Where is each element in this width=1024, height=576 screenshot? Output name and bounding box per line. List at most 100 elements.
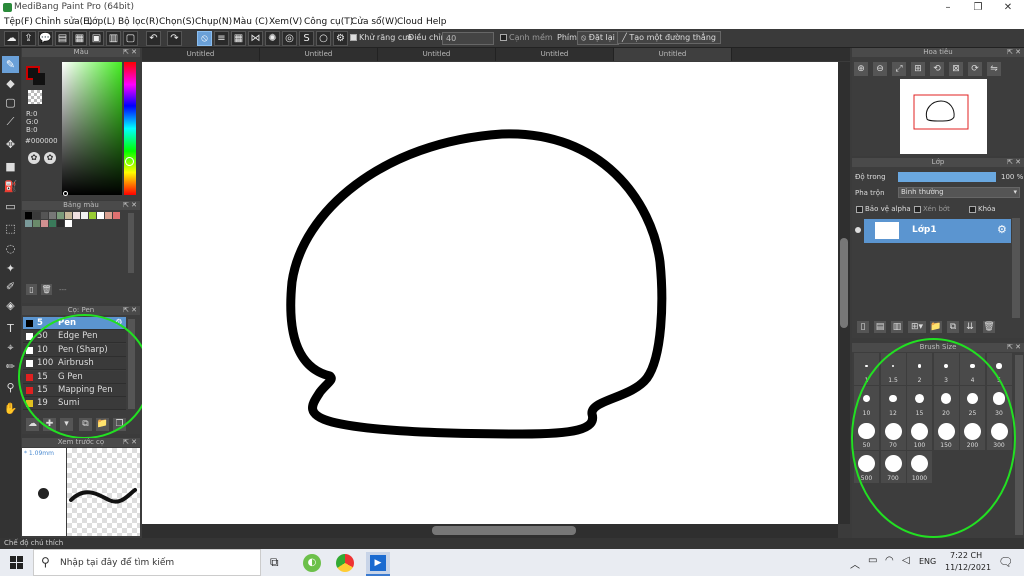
gear-icon[interactable]: ⚙ (997, 223, 1007, 236)
navigator-thumbnail[interactable] (900, 79, 987, 154)
palette-swatch[interactable] (49, 212, 56, 219)
edge-check[interactable] (500, 34, 507, 41)
saturation-value-picker[interactable] (62, 62, 122, 195)
close-button[interactable]: ✕ (993, 0, 1023, 15)
layers-icon[interactable]: ▥ (106, 31, 121, 46)
text-tool-icon[interactable]: T (2, 320, 19, 337)
antialias-check[interactable] (350, 34, 357, 41)
palette-icon[interactable]: ✿ (28, 152, 40, 164)
menu-edit[interactable]: Chỉnh sửa(E) (35, 15, 92, 29)
panel-close-icon[interactable]: ⇱ ✕ (123, 438, 137, 447)
snap-grid-icon[interactable]: ▦ (231, 31, 246, 46)
panel-close-icon[interactable]: ⇱ ✕ (123, 306, 137, 315)
protect-alpha-check[interactable] (856, 205, 863, 213)
menu-tools[interactable]: Công cụ(T) (304, 15, 353, 29)
brush-tool-icon[interactable]: ✎ (2, 56, 19, 73)
palette-swatch[interactable] (25, 212, 32, 219)
picker-cursor[interactable] (63, 191, 68, 196)
panel-close-icon[interactable]: ⇱ ✕ (1007, 158, 1021, 167)
palette-swatch[interactable] (97, 212, 104, 219)
palette-swatch[interactable] (33, 220, 40, 227)
menu-file[interactable]: Tệp(F) (4, 15, 33, 29)
minimize-button[interactable]: – (933, 0, 963, 15)
new-1bit-layer-icon[interactable]: ▥ (891, 321, 903, 333)
snap-ring-icon[interactable]: ○ (316, 31, 331, 46)
upload-icon[interactable]: ⇪ (21, 31, 36, 46)
edge-checkbox[interactable]: Cạnh mềm (500, 33, 553, 42)
snap-parallel-icon[interactable]: ≡ (214, 31, 229, 46)
opacity-slider[interactable] (898, 172, 996, 182)
menu-cloud[interactable]: Cloud (397, 15, 423, 29)
zoom-out-icon[interactable]: ⊖ (873, 62, 887, 76)
chevron-up-icon[interactable]: ︿ (850, 556, 860, 571)
horizontal-scroll-thumb[interactable] (432, 526, 576, 535)
page-icon[interactable]: ▣ (89, 31, 104, 46)
panel-icon[interactable]: ▤ (55, 31, 70, 46)
snap-curve-icon[interactable]: S (299, 31, 314, 46)
redo-icon[interactable]: ↷ (167, 31, 182, 46)
clock-time[interactable]: 7:22 CH (950, 551, 982, 560)
language-indicator[interactable]: ENG (919, 557, 936, 566)
layer-row[interactable]: Lớp1 ⚙ (864, 219, 1011, 243)
task-view-icon[interactable]: ⧉ (270, 555, 279, 570)
medibang-taskbar-icon[interactable]: ◐ (303, 554, 321, 572)
vertical-scroll-thumb[interactable] (840, 238, 848, 328)
palette-swatch[interactable] (57, 220, 64, 227)
duplicate-layer-icon[interactable]: ⧉ (947, 321, 959, 333)
clipping-check[interactable] (914, 205, 921, 213)
palette-swatch[interactable] (41, 212, 48, 219)
hue-slider[interactable] (124, 62, 136, 195)
operation-tool-icon[interactable]: ⌖ (2, 339, 19, 356)
layer-visibility[interactable] (854, 219, 862, 243)
palette-swatch[interactable] (33, 212, 40, 219)
panel-close-icon[interactable]: ⇱ ✕ (123, 48, 137, 57)
fit-icon[interactable]: ⤢ (892, 62, 906, 76)
merge-layer-icon[interactable]: ⇊ (964, 321, 976, 333)
adjust-input[interactable]: 40 (442, 32, 494, 45)
media-taskbar-button[interactable]: ▶ (366, 552, 390, 576)
palette-swatch[interactable] (113, 212, 120, 219)
eyedropper-tool-icon[interactable]: ⚲ (2, 379, 19, 396)
speech-bubble-icon[interactable]: 💬 (38, 31, 53, 46)
new-layer-icon[interactable]: ▯ (857, 321, 869, 333)
drawing-canvas[interactable] (142, 62, 838, 524)
eye-icon[interactable] (855, 227, 861, 233)
vertical-scrollbar[interactable] (838, 62, 850, 524)
menu-filter[interactable]: Bộ lọc(R) (118, 15, 159, 29)
clock-date[interactable]: 11/12/2021 (945, 563, 991, 572)
clipping-checkbox[interactable]: Xén bớt (914, 205, 950, 213)
snap-circle-icon[interactable]: ◎ (282, 31, 297, 46)
panel-close-icon[interactable]: ⇱ ✕ (123, 201, 137, 210)
flip-icon[interactable]: ⇋ (987, 62, 1001, 76)
wifi-icon[interactable]: ◠ (885, 555, 894, 566)
bucket-tool-icon[interactable]: ⛽ (2, 178, 19, 195)
chrome-taskbar-icon[interactable] (336, 554, 354, 572)
windows-start-icon[interactable] (10, 556, 23, 569)
protect-alpha-checkbox[interactable]: Bảo vệ alpha (856, 205, 911, 213)
lock-checkbox[interactable]: Khóa (969, 205, 996, 213)
menu-window[interactable]: Cửa sổ(W) (351, 15, 397, 29)
palette-swatch[interactable] (89, 212, 96, 219)
rectangle-tool-icon[interactable]: ▢ (2, 94, 19, 111)
brush-size-scrollbar[interactable] (1015, 355, 1023, 535)
tab-untitled-1[interactable]: Untitled (142, 48, 260, 61)
blend-select[interactable]: Bình thường ▾ (898, 187, 1020, 198)
maximize-button[interactable]: ❐ (963, 0, 993, 15)
undo-icon[interactable]: ↶ (146, 31, 161, 46)
add-layer-menu-icon[interactable]: ⊞▾ (908, 321, 926, 333)
panel-close-icon[interactable]: ⇱ ✕ (1007, 343, 1021, 352)
hue-cursor[interactable] (125, 157, 134, 166)
tab-untitled-2[interactable]: Untitled (260, 48, 378, 61)
rotate-left-icon[interactable]: ⟲ (930, 62, 944, 76)
palette-swatch[interactable] (105, 212, 112, 219)
menu-view[interactable]: Xem(V) (269, 15, 302, 29)
panel-close-icon[interactable]: ⇱ ✕ (1007, 48, 1021, 57)
palette-swatch[interactable] (49, 220, 56, 227)
frame-icon[interactable]: ▢ (123, 31, 138, 46)
secondary-color-swatch[interactable] (33, 73, 45, 85)
palette-swatch[interactable] (65, 220, 72, 227)
line-tool-icon[interactable]: ⟋ (2, 113, 19, 130)
palette-swatch[interactable] (81, 212, 88, 219)
move-tool-icon[interactable]: ✥ (2, 136, 19, 153)
eraser-tool-icon[interactable]: ◆ (2, 75, 19, 92)
